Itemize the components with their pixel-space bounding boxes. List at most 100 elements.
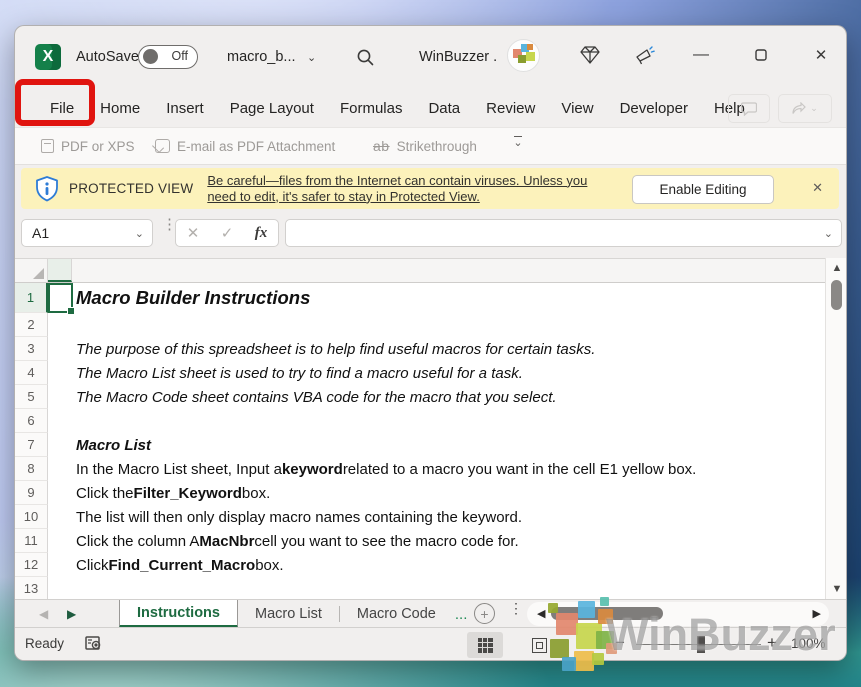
column-header-a[interactable] bbox=[48, 259, 72, 282]
menu-data[interactable]: Data bbox=[415, 89, 473, 127]
sheet-nav-left-icon[interactable]: ◀ bbox=[39, 607, 48, 621]
macro-record-icon[interactable] bbox=[85, 635, 103, 651]
minimize-icon[interactable]: — bbox=[684, 38, 718, 72]
row-header-4[interactable]: 4 bbox=[15, 361, 48, 385]
sheet-tab-instructions[interactable]: Instructions bbox=[119, 600, 238, 628]
premium-diamond-icon[interactable] bbox=[573, 38, 607, 72]
row-header-7[interactable]: 7 bbox=[15, 433, 48, 457]
title-chevron-down-icon[interactable]: ⌄ bbox=[307, 51, 316, 64]
row-header-9[interactable]: 9 bbox=[15, 481, 48, 505]
cell-b10[interactable]: The list will then only display macro na… bbox=[72, 505, 825, 529]
cell-b13[interactable] bbox=[72, 577, 825, 601]
menu-home[interactable]: Home bbox=[87, 89, 153, 127]
vertical-scrollbar[interactable]: ▲ ▼ bbox=[825, 258, 847, 599]
cell-b7[interactable]: Macro List bbox=[72, 433, 825, 457]
share-button[interactable]: ⌄ bbox=[778, 94, 832, 123]
toolbar-pdf-or-xps[interactable]: PDF or XPS bbox=[41, 128, 135, 164]
scroll-left-icon[interactable]: ◀ bbox=[537, 607, 545, 620]
feedback-megaphone-icon[interactable] bbox=[628, 38, 662, 72]
zoom-out-icon[interactable]: − bbox=[615, 633, 625, 653]
sheet-nav-right-icon[interactable]: ▶ bbox=[67, 607, 76, 621]
cell-b8[interactable]: In the Macro List sheet, Input a keyword… bbox=[72, 457, 825, 481]
sheet-options-dots-icon[interactable]: ⋮ bbox=[509, 605, 517, 611]
vertical-scroll-thumb[interactable] bbox=[831, 280, 842, 310]
row-header-1[interactable]: 1 bbox=[15, 283, 48, 313]
cell-a9[interactable] bbox=[48, 481, 72, 505]
toolbar-options-chevron-icon[interactable]: ⌄ bbox=[511, 136, 525, 148]
cell-b9[interactable]: Click the Filter_Keyword box. bbox=[72, 481, 825, 505]
cell-a13[interactable] bbox=[48, 577, 72, 601]
formula-expand-chevron-icon[interactable]: ⌄ bbox=[824, 227, 833, 240]
scroll-down-icon[interactable]: ▼ bbox=[826, 583, 847, 595]
cell-a6[interactable] bbox=[48, 409, 72, 433]
scroll-right-icon[interactable]: ▶ bbox=[813, 607, 821, 620]
menu-formulas[interactable]: Formulas bbox=[327, 89, 416, 127]
menu-page-layout[interactable]: Page Layout bbox=[217, 89, 327, 127]
banner-close-icon[interactable]: ✕ bbox=[812, 180, 823, 196]
horizontal-scroll-thumb[interactable] bbox=[551, 607, 663, 620]
zoom-slider-handle[interactable] bbox=[697, 636, 705, 653]
formula-drag-handle[interactable]: ⋮ bbox=[162, 220, 170, 229]
cell-b6[interactable] bbox=[72, 409, 825, 433]
cell-a3[interactable] bbox=[48, 337, 72, 361]
name-box[interactable]: A1 ⌄ bbox=[21, 219, 153, 247]
scroll-up-icon[interactable]: ▲ bbox=[826, 262, 847, 274]
normal-view-button[interactable] bbox=[467, 632, 503, 658]
excel-logo-icon[interactable]: X bbox=[35, 44, 61, 70]
horizontal-scrollbar[interactable]: ◀ ▶ bbox=[527, 602, 829, 626]
cell-a5[interactable] bbox=[48, 385, 72, 409]
cell-b1[interactable]: Macro Builder Instructions bbox=[72, 283, 825, 313]
toolbar-e-mail-as-pdf-attachment[interactable]: E-mail as PDF Attachment bbox=[155, 128, 335, 164]
row-header-6[interactable]: 6 bbox=[15, 409, 48, 433]
account-name[interactable]: WinBuzzer . bbox=[419, 49, 497, 65]
name-box-chevron-icon[interactable]: ⌄ bbox=[135, 227, 144, 240]
account-avatar[interactable] bbox=[507, 39, 540, 72]
sheet-tab-macro-list[interactable]: Macro List bbox=[238, 600, 339, 628]
cell-a7[interactable] bbox=[48, 433, 72, 457]
fill-handle[interactable] bbox=[67, 307, 75, 315]
menu-insert[interactable]: Insert bbox=[153, 89, 217, 127]
document-title[interactable]: macro_b... bbox=[227, 49, 296, 65]
row-header-3[interactable]: 3 bbox=[15, 337, 48, 361]
search-icon[interactable] bbox=[349, 41, 381, 73]
cell-a2[interactable] bbox=[48, 313, 72, 337]
add-sheet-icon[interactable]: + bbox=[474, 603, 495, 624]
close-icon[interactable]: ✕ bbox=[804, 38, 838, 72]
cell-a11[interactable] bbox=[48, 529, 72, 553]
autosave-toggle[interactable]: Off bbox=[138, 45, 198, 69]
cell-b5[interactable]: The Macro Code sheet contains VBA code f… bbox=[72, 385, 825, 409]
page-layout-view-button[interactable] bbox=[521, 632, 557, 658]
row-header-13[interactable]: 13 bbox=[15, 577, 48, 601]
column-header-b[interactable] bbox=[72, 259, 825, 282]
row-header-10[interactable]: 10 bbox=[15, 505, 48, 529]
cell-a8[interactable] bbox=[48, 457, 72, 481]
row-header-8[interactable]: 8 bbox=[15, 457, 48, 481]
cell-a4[interactable] bbox=[48, 361, 72, 385]
menu-view[interactable]: View bbox=[548, 89, 606, 127]
enter-icon[interactable]: ✓ bbox=[221, 224, 234, 242]
cell-b3[interactable]: The purpose of this spreadsheet is to he… bbox=[72, 337, 825, 361]
row-header-5[interactable]: 5 bbox=[15, 385, 48, 409]
cancel-icon[interactable]: ✕ bbox=[187, 224, 200, 242]
zoom-level[interactable]: 100% bbox=[791, 636, 826, 651]
cell-b12[interactable]: Click Find_Current_Macro box. bbox=[72, 553, 825, 577]
menu-developer[interactable]: Developer bbox=[607, 89, 701, 127]
formula-input[interactable]: ⌄ bbox=[285, 219, 842, 247]
cell-a10[interactable] bbox=[48, 505, 72, 529]
selected-cell-a1[interactable] bbox=[48, 283, 73, 313]
select-all-corner[interactable] bbox=[15, 259, 48, 282]
cell-b11[interactable]: Click the column A MacNbr cell you want … bbox=[72, 529, 825, 553]
sheet-tab-macro-code[interactable]: Macro Code bbox=[340, 600, 453, 628]
insert-function-icon[interactable]: fx bbox=[255, 225, 268, 242]
enable-editing-button[interactable]: Enable Editing bbox=[632, 175, 774, 204]
cell-a12[interactable] bbox=[48, 553, 72, 577]
menu-review[interactable]: Review bbox=[473, 89, 548, 127]
maximize-icon[interactable] bbox=[744, 38, 778, 72]
comments-button[interactable] bbox=[728, 94, 770, 123]
cell-b4[interactable]: The Macro List sheet is used to try to f… bbox=[72, 361, 825, 385]
cell-b2[interactable] bbox=[72, 313, 825, 337]
toolbar-strikethrough[interactable]: abStrikethrough bbox=[373, 128, 477, 164]
row-header-12[interactable]: 12 bbox=[15, 553, 48, 577]
row-header-2[interactable]: 2 bbox=[15, 313, 48, 337]
zoom-in-icon[interactable]: + bbox=[767, 633, 777, 653]
